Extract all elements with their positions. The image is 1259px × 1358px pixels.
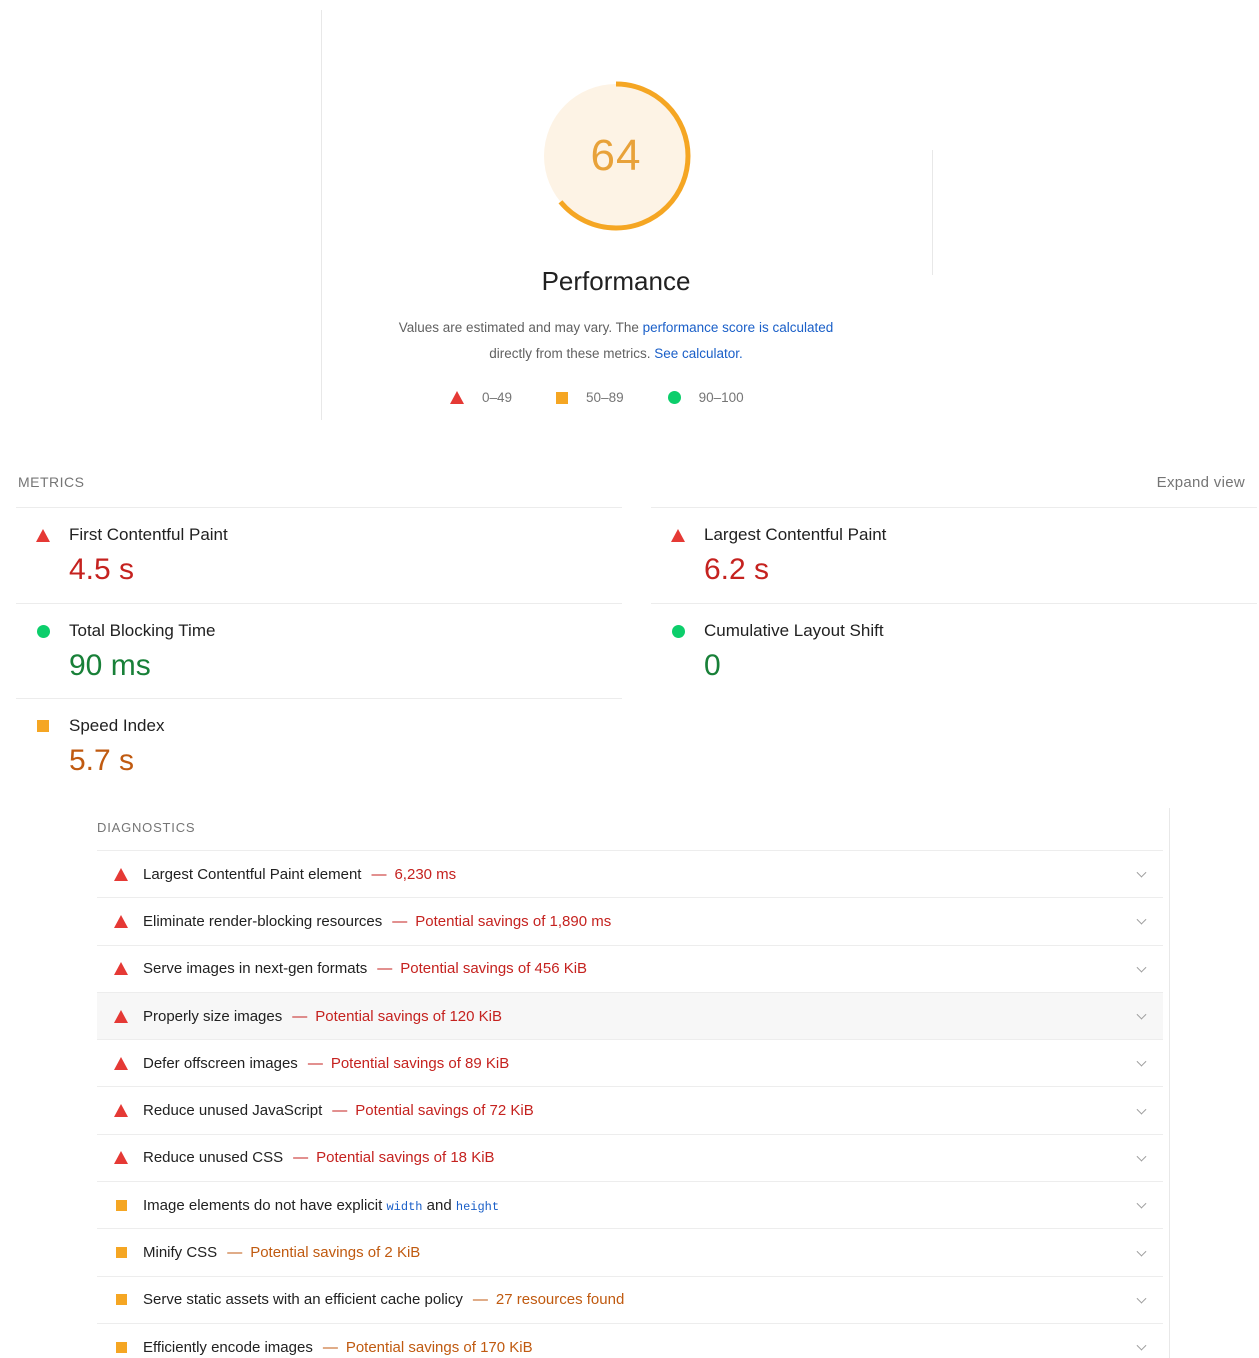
audit-title: Reduce unused JavaScript	[143, 1102, 323, 1120]
code-height: height	[455, 1199, 500, 1214]
metric-value: 4.5 s	[69, 553, 135, 586]
fail-triangle-icon	[450, 391, 464, 404]
audit-title: Serve static assets with an efficient ca…	[143, 1291, 463, 1309]
chevron-down-icon[interactable]	[1136, 1198, 1147, 1209]
chevron-down-icon[interactable]	[1136, 1104, 1147, 1115]
divider-right	[932, 150, 933, 275]
chevron-down-icon[interactable]	[1136, 1340, 1147, 1351]
pass-circle-icon	[667, 391, 681, 404]
audit-title: Minify CSS	[143, 1244, 218, 1262]
audit-detail: Potential savings of 18 KiB	[316, 1149, 495, 1167]
audit-next-gen-images[interactable]: Serve images in next-gen formats — Poten…	[97, 944, 1163, 992]
average-square-icon	[115, 1199, 127, 1211]
fail-triangle-icon	[114, 914, 128, 928]
audit-detail: Potential savings of 89 KiB	[330, 1054, 510, 1072]
audit-unsized-images[interactable]: Image elements do not have explicit widt…	[97, 1181, 1163, 1228]
audit-unused-javascript[interactable]: Reduce unused JavaScript — Potential sav…	[97, 1086, 1163, 1133]
audit-title: Serve images in next-gen formats	[143, 960, 368, 978]
average-square-icon	[115, 1294, 127, 1306]
legend-fail: 0–49	[450, 390, 512, 405]
chevron-down-icon[interactable]	[1136, 962, 1147, 973]
category-title: Performance	[541, 266, 691, 296]
audit-largest-contentful-paint-element[interactable]: Largest Contentful Paint element — 6,230…	[97, 850, 1163, 897]
fail-triangle-icon	[114, 1104, 128, 1118]
performance-score-value: 64	[590, 131, 642, 180]
audit-detail: Potential savings of 1,890 ms	[415, 912, 612, 930]
fail-triangle-icon	[114, 1151, 128, 1165]
audit-title: Defer offscreen images	[143, 1054, 298, 1072]
audit-defer-offscreen-images[interactable]: Defer offscreen images — Potential savin…	[97, 1039, 1163, 1086]
audit-render-blocking-resources[interactable]: Eliminate render-blocking resources — Po…	[97, 897, 1163, 944]
chevron-down-icon[interactable]	[1136, 1056, 1147, 1067]
audit-title: Largest Contentful Paint element	[143, 865, 362, 883]
chevron-down-icon[interactable]	[1136, 1151, 1147, 1162]
average-square-icon	[115, 1247, 127, 1259]
audit-minify-css[interactable]: Minify CSS — Potential savings of 2 KiB	[97, 1228, 1163, 1275]
chevron-down-icon[interactable]	[1136, 1293, 1147, 1304]
audit-title: Eliminate render-blocking resources	[143, 912, 383, 930]
expand-view-toggle[interactable]: Expand view	[1157, 474, 1245, 491]
average-square-icon	[556, 391, 569, 404]
audit-title: Properly size images	[143, 1007, 283, 1025]
metrics-header: METRICS	[18, 474, 85, 490]
chevron-down-icon[interactable]	[1136, 1009, 1147, 1020]
fail-triangle-icon	[671, 528, 685, 542]
chevron-down-icon[interactable]	[1136, 1246, 1147, 1257]
audit-unused-css[interactable]: Reduce unused CSS — Potential savings of…	[97, 1133, 1163, 1181]
audit-title: Efficiently encode images	[143, 1338, 313, 1356]
audit-detail: 6,230 ms	[394, 865, 457, 883]
score-disclaimer: Values are estimated and may vary. The p…	[398, 320, 834, 361]
performance-score-gauge[interactable]: 64	[536, 76, 696, 236]
audit-detail: Potential savings of 72 KiB	[355, 1102, 534, 1120]
code-width: width	[386, 1199, 423, 1214]
audit-cache-policy[interactable]: Serve static assets with an efficient ca…	[97, 1275, 1163, 1323]
pass-circle-icon	[36, 624, 50, 638]
divider-left	[321, 10, 322, 420]
audit-properly-size-images[interactable]: Properly size images — Potential savings…	[97, 991, 1163, 1040]
average-square-icon	[115, 1341, 127, 1353]
pass-circle-icon	[671, 624, 685, 638]
audit-title: Reduce unused CSS	[143, 1149, 284, 1167]
metric-value: 0	[704, 649, 721, 682]
legend-pass: 90–100	[667, 390, 744, 405]
metric-name: Speed Index	[69, 716, 165, 735]
audit-detail: 27 resources found	[495, 1291, 625, 1309]
audit-detail: Potential savings of 120 KiB	[315, 1007, 503, 1025]
average-square-icon	[37, 720, 49, 732]
audit-list: Largest Contentful Paint element — 6,230…	[97, 850, 1163, 1358]
audit-detail: Potential savings of 170 KiB	[345, 1338, 533, 1356]
fail-triangle-icon	[114, 962, 128, 976]
audit-detail: Potential savings of 456 KiB	[400, 960, 588, 978]
chevron-down-icon[interactable]	[1136, 867, 1147, 878]
metric-name: Total Blocking Time	[69, 621, 216, 640]
metric-value: 6.2 s	[704, 553, 770, 586]
metric-name: Largest Contentful Paint	[704, 525, 887, 544]
metric-value: 5.7 s	[69, 744, 135, 777]
audit-encode-images[interactable]: Efficiently encode images — Potential sa…	[97, 1322, 1163, 1358]
score-calculation-link[interactable]: performance score is calculated	[643, 320, 834, 335]
fail-triangle-icon	[114, 867, 128, 881]
metric-value: 90 ms	[69, 649, 151, 682]
metric-name: First Contentful Paint	[69, 525, 228, 544]
audit-detail: Potential savings of 2 KiB	[250, 1244, 421, 1262]
audit-title: Image elements do not have explicit widt…	[143, 1196, 500, 1214]
fail-triangle-icon	[36, 528, 50, 542]
fail-triangle-icon	[114, 1056, 128, 1070]
score-legend: 0–49 50–89 90–100	[450, 390, 788, 405]
chevron-down-icon[interactable]	[1136, 915, 1147, 925]
legend-average: 50–89	[556, 390, 624, 405]
fail-triangle-icon	[114, 1009, 128, 1023]
diagnostics-header: DIAGNOSTICS	[97, 820, 196, 835]
diagnostics-border	[1169, 808, 1170, 1358]
see-calculator-link[interactable]: See calculator.	[654, 346, 743, 361]
metric-name: Cumulative Layout Shift	[704, 621, 884, 640]
